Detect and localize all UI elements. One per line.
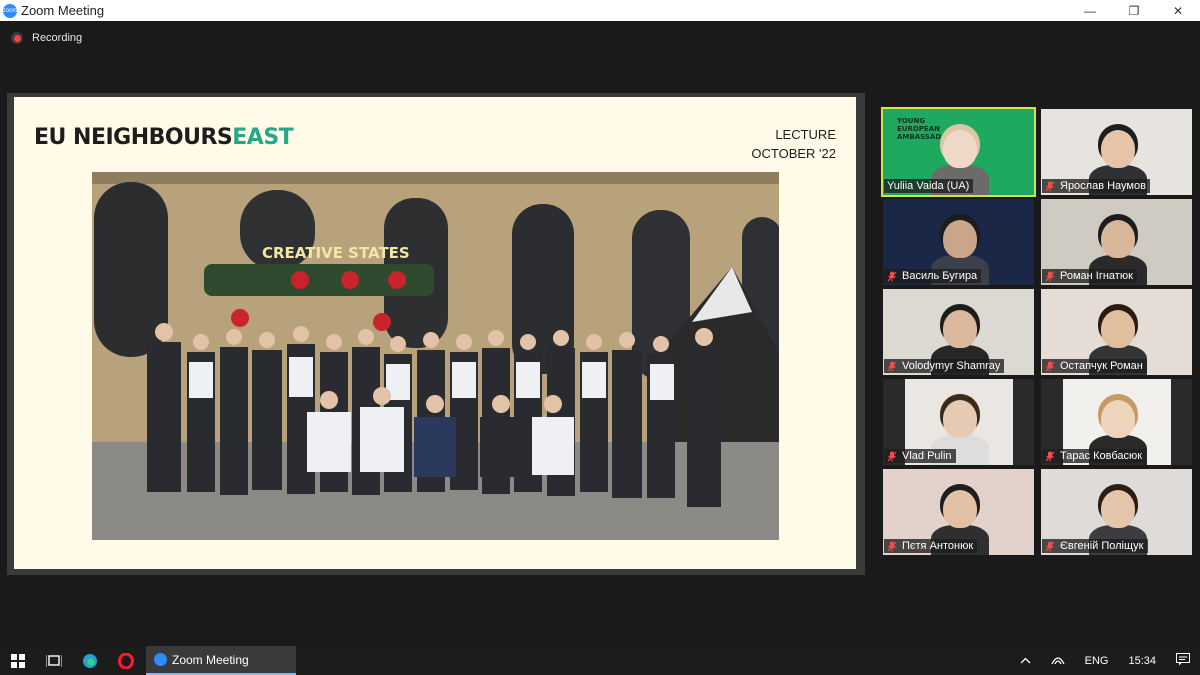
group-photo: CREATIVE STATES bbox=[92, 172, 779, 540]
participant-tile[interactable]: Роман Ігнатюк bbox=[1041, 199, 1192, 285]
participant-name: Остапчук Роман bbox=[1060, 360, 1143, 372]
recording-indicator[interactable]: Recording bbox=[11, 32, 82, 44]
slide-meta-date: OCTOBER '22 bbox=[751, 146, 836, 161]
participant-name-label: Остапчук Роман bbox=[1042, 359, 1147, 373]
participant-name: Yuliia Vaida (UA) bbox=[887, 180, 970, 192]
participant-tile[interactable]: Volodymyr Shamray bbox=[883, 289, 1034, 375]
participant-name-label: Пєтя Антонюк bbox=[884, 539, 978, 553]
task-view-button[interactable] bbox=[36, 646, 72, 675]
participant-tile[interactable]: Тарас Ковбасюк bbox=[1041, 379, 1192, 465]
close-icon: ✕ bbox=[1172, 3, 1184, 18]
microphone-muted-icon bbox=[1045, 271, 1055, 282]
participant-face bbox=[943, 490, 977, 528]
participant-face bbox=[1101, 490, 1135, 528]
edge-browser-button[interactable] bbox=[72, 646, 108, 675]
participant-name: Василь Бугира bbox=[902, 270, 978, 282]
participant-name-label: Vlad Pulin bbox=[884, 449, 956, 463]
zoom-app-icon: zoom bbox=[2, 3, 18, 18]
window-titlebar: zoom Zoom Meeting — ❐ ✕ bbox=[0, 0, 1200, 21]
participant-name: Пєтя Антонюк bbox=[902, 540, 974, 552]
presentation-slide: EU NEIGHBOURSEAST LECTURE OCTOBER '22 CR… bbox=[14, 97, 856, 569]
participant-name: Тарас Ковбасюк bbox=[1060, 450, 1143, 462]
microphone-muted-icon bbox=[1045, 181, 1055, 192]
start-button[interactable] bbox=[0, 646, 36, 675]
slide-logo: EU NEIGHBOURSEAST bbox=[34, 125, 294, 150]
recording-label: Recording bbox=[32, 32, 83, 44]
microphone-muted-icon bbox=[887, 541, 897, 552]
participant-name-label: Yuliia Vaida (UA) bbox=[884, 179, 974, 193]
microphone-muted-icon bbox=[1045, 541, 1055, 552]
window-controls: — ❐ ✕ bbox=[1068, 0, 1200, 21]
network-icon[interactable] bbox=[1051, 653, 1065, 668]
system-tray: ENG 15:34 bbox=[1010, 646, 1200, 675]
taskbar-zoom-meeting[interactable]: Zoom Meeting bbox=[146, 646, 296, 675]
meeting-area: Recording EU NEIGHBOURSEAST LECTURE OCTO… bbox=[0, 21, 1200, 646]
slide-logo-accent: EAST bbox=[232, 125, 294, 150]
participant-face bbox=[943, 220, 977, 258]
opera-browser-button[interactable] bbox=[108, 646, 144, 675]
notifications-icon[interactable] bbox=[1176, 652, 1190, 669]
screen-share-view[interactable]: EU NEIGHBOURSEAST LECTURE OCTOBER '22 CR… bbox=[7, 93, 865, 575]
participant-tile[interactable]: Ярослав Наумов bbox=[1041, 109, 1192, 195]
windows-taskbar: Zoom Meeting ENG 15:34 bbox=[0, 646, 1200, 675]
language-indicator[interactable]: ENG bbox=[1085, 655, 1109, 667]
slide-meta-type: LECTURE bbox=[775, 127, 836, 142]
slide-logo-main: EU NEIGHBOURS bbox=[34, 125, 233, 150]
microphone-muted-icon bbox=[887, 361, 897, 372]
window-title: Zoom Meeting bbox=[21, 3, 105, 18]
participant-tile[interactable]: Vlad Pulin bbox=[883, 379, 1034, 465]
clock[interactable]: 15:34 bbox=[1128, 655, 1156, 667]
edge-icon bbox=[83, 653, 97, 668]
windows-logo-icon bbox=[11, 653, 25, 668]
microphone-muted-icon bbox=[887, 451, 897, 462]
participant-name-label: Євгеній Поліщук bbox=[1042, 539, 1148, 553]
participant-name: Volodymyr Shamray bbox=[902, 360, 1001, 372]
participant-face bbox=[1101, 400, 1135, 438]
maximize-button[interactable]: ❐ bbox=[1112, 0, 1156, 21]
recording-icon bbox=[11, 32, 23, 44]
tray-chevron-icon[interactable] bbox=[1020, 655, 1031, 667]
photo-sign: CREATIVE STATES bbox=[262, 244, 410, 262]
participant-name-label: Василь Бугира bbox=[884, 269, 982, 283]
participant-name-label: Ярослав Наумов bbox=[1042, 179, 1150, 193]
participant-tile[interactable]: YOUNG EUROPEAN AMBASSADORS Yuliia Vaida (… bbox=[881, 107, 1036, 197]
participant-face bbox=[943, 400, 977, 438]
participant-name: Vlad Pulin bbox=[902, 450, 952, 462]
participant-name: Євгеній Поліщук bbox=[1060, 540, 1144, 552]
participant-tile[interactable]: Остапчук Роман bbox=[1041, 289, 1192, 375]
participant-face bbox=[1101, 310, 1135, 348]
participant-tile[interactable]: Пєтя Антонюк bbox=[883, 469, 1034, 555]
participant-name: Ярослав Наумов bbox=[1060, 180, 1146, 192]
participant-name: Роман Ігнатюк bbox=[1060, 270, 1133, 282]
group-photo-illustration: CREATIVE STATES bbox=[92, 172, 779, 540]
close-button[interactable]: ✕ bbox=[1156, 0, 1200, 21]
participant-face bbox=[943, 130, 977, 168]
microphone-muted-icon bbox=[1045, 361, 1055, 372]
participant-face bbox=[1101, 130, 1135, 168]
participant-face bbox=[1101, 220, 1135, 258]
zoom-taskbar-icon bbox=[154, 653, 167, 666]
zoom-app-icon-label: zoom bbox=[2, 7, 18, 14]
opera-icon bbox=[118, 652, 134, 669]
participant-face bbox=[943, 310, 977, 348]
participant-name-label: Тарас Ковбасюк bbox=[1042, 449, 1147, 463]
microphone-muted-icon bbox=[887, 271, 897, 282]
participant-tile[interactable]: Євгеній Поліщук bbox=[1041, 469, 1192, 555]
minimize-button[interactable]: — bbox=[1068, 0, 1112, 21]
minimize-icon: — bbox=[1084, 3, 1096, 18]
task-view-icon bbox=[46, 654, 62, 667]
participant-name-label: Volodymyr Shamray bbox=[884, 359, 1005, 373]
participant-name-label: Роман Ігнатюк bbox=[1042, 269, 1137, 283]
maximize-icon: ❐ bbox=[1128, 3, 1140, 18]
participant-tile[interactable]: Василь Бугира bbox=[883, 199, 1034, 285]
taskbar-zoom-label: Zoom Meeting bbox=[172, 652, 249, 667]
microphone-muted-icon bbox=[1045, 451, 1055, 462]
slide-meta: LECTURE OCTOBER '22 bbox=[751, 125, 836, 163]
